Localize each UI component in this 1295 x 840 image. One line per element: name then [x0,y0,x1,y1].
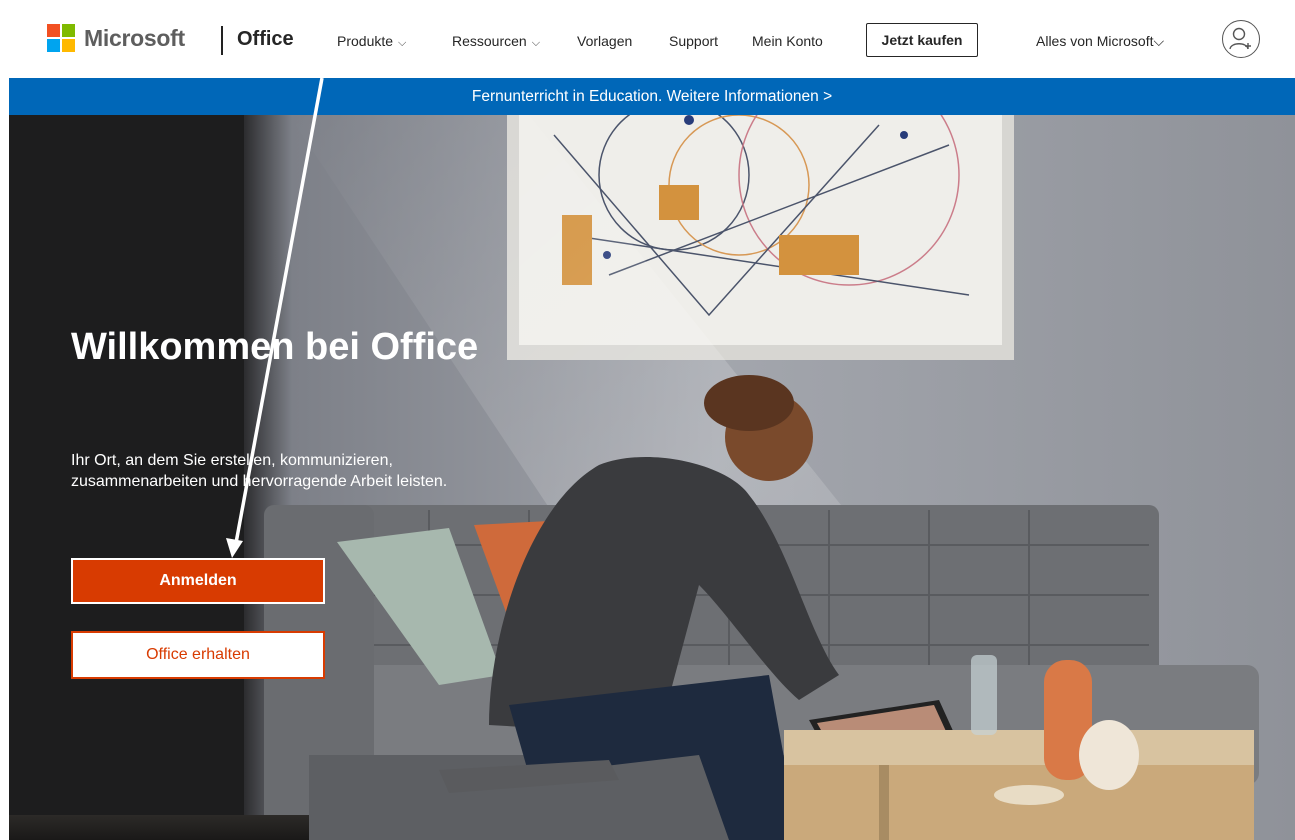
nav-ressourcen-label: Ressourcen [452,33,527,49]
education-banner-link[interactable]: Fernunterricht in Education. Weitere Inf… [9,78,1295,115]
office-home-link[interactable]: Office [237,28,294,51]
hero-title: Willkommen bei Office [71,326,479,368]
nav-ressourcen[interactable]: Ressourcen ⌵ [452,33,540,50]
all-microsoft-menu[interactable]: Alles von Microsoft⌵ [1036,33,1164,50]
top-navigation: Microsoft Office Produkte ⌵ Ressourcen ⌵ V… [0,0,1295,78]
sign-in-button[interactable]: Anmelden [71,558,325,604]
buy-now-button[interactable]: Jetzt kaufen [866,23,978,57]
chevron-down-icon: ⌵ [531,37,541,49]
chevron-down-icon: ⌵ [398,37,407,49]
microsoft-wordmark: Microsoft [84,24,185,51]
nav-produkte[interactable]: Produkte ⌵ [337,33,406,50]
chevron-down-icon: ⌵ [1153,33,1165,49]
nav-produkte-label: Produkte [337,33,394,49]
microsoft-logo-icon [47,24,75,52]
logo-divider [221,26,223,55]
hero-section: Willkommen bei Office Ihr Ort, an dem Si… [9,115,1295,840]
microsoft-logo[interactable]: Microsoft [47,24,185,52]
account-icon[interactable] [1222,20,1260,58]
get-office-button[interactable]: Office erhalten [71,631,325,679]
nav-mein-konto[interactable]: Mein Konto [752,33,823,49]
nav-support[interactable]: Support [669,33,718,49]
nav-vorlagen[interactable]: Vorlagen [577,33,632,49]
hero-subtitle: Ihr Ort, an dem Sie erstellen, kommunizi… [71,452,448,490]
all-microsoft-label: Alles von Microsoft [1036,33,1154,49]
